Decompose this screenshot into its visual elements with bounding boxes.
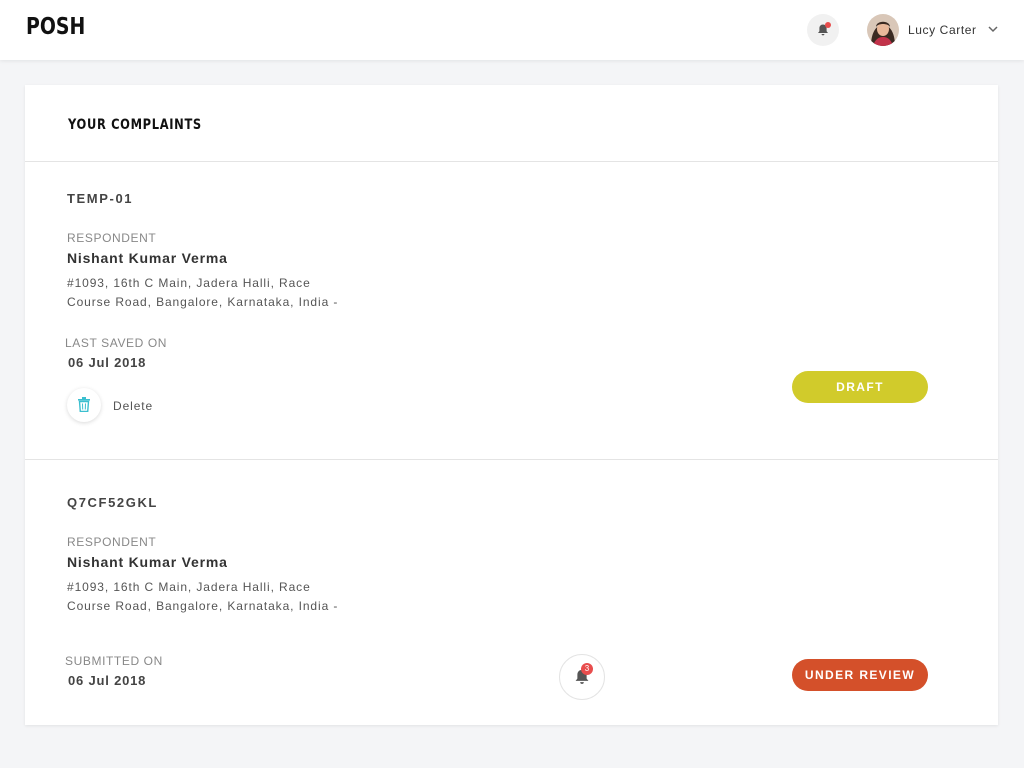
respondent-name: Nishant Kumar Verma [67,554,228,570]
notifications-button[interactable] [807,14,839,46]
complaint-notifications-button[interactable]: 3 [559,654,605,700]
complaint-id[interactable]: TEMP-01 [67,191,133,206]
notification-count-badge: 3 [581,663,593,675]
last-saved-date: 06 Jul 2018 [68,355,147,370]
top-bar: POSH Lucy Carter [0,0,1024,60]
page-title: YOUR COMPLAINTS [68,117,202,133]
address-line: #1093, 16th C Main, Jadera Halli, Race [67,276,311,290]
respondent-label: RESPONDENT [67,231,157,245]
notification-dot [825,22,831,28]
address-line: #1093, 16th C Main, Jadera Halli, Race [67,580,311,594]
logo[interactable]: POSH [26,14,85,40]
complaints-panel: YOUR COMPLAINTS TEMP-01 RESPONDENT Nisha… [25,85,998,725]
user-name: Lucy Carter [908,23,977,37]
submitted-date: 06 Jul 2018 [68,673,147,688]
chevron-down-icon [988,26,998,33]
complaint-card: Q7CF52GKL RESPONDENT Nishant Kumar Verma… [25,460,998,725]
trash-icon [78,397,90,412]
respondent-address: #1093, 16th C Main, Jadera Halli, Race C… [67,274,367,312]
delete-label[interactable]: Delete [113,399,153,413]
address-line: Course Road, Bangalore, Karnataka, India… [67,295,339,309]
complaint-id[interactable]: Q7CF52GKL [67,495,158,510]
user-menu[interactable]: Lucy Carter [867,14,1007,46]
address-line: Course Road, Bangalore, Karnataka, India… [67,599,339,613]
complaint-card: TEMP-01 RESPONDENT Nishant Kumar Verma #… [25,162,998,459]
respondent-label: RESPONDENT [67,535,157,549]
respondent-address: #1093, 16th C Main, Jadera Halli, Race C… [67,578,367,616]
submitted-label: SUBMITTED ON [65,654,163,668]
last-saved-label: LAST SAVED ON [65,336,168,350]
respondent-name: Nishant Kumar Verma [67,250,228,266]
avatar [867,14,899,46]
status-badge-draft[interactable]: DRAFT [792,371,928,403]
status-badge-under-review[interactable]: UNDER REVIEW [792,659,928,691]
delete-button[interactable] [67,388,101,422]
